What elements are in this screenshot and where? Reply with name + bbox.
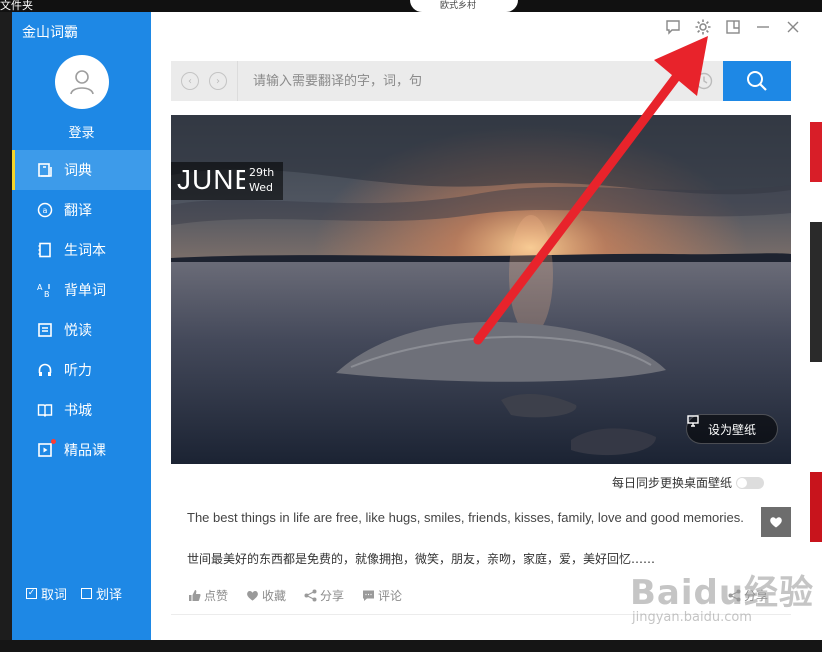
memorize-icon: AB <box>36 281 54 299</box>
forward-button[interactable]: › <box>209 72 227 90</box>
checkbox-unchecked[interactable] <box>81 588 93 599</box>
desktop-red-strip-2 <box>810 472 822 542</box>
search-icon <box>747 71 767 91</box>
nav-item-listening[interactable]: 听力 <box>12 350 151 390</box>
desktop-dark-strip <box>810 222 822 362</box>
comment-icon <box>363 590 375 601</box>
option-label: 划译 <box>96 588 123 603</box>
bookstore-icon <box>36 401 54 419</box>
gear-icon <box>695 19 711 35</box>
nav-item-wordbook[interactable]: 生词本 <box>12 230 151 270</box>
nav-label: 精品课 <box>64 443 106 459</box>
desktop-tab-text: 欧式乡村 <box>440 1 477 11</box>
quote-chinese: 世间最美好的东西都是免费的，就像拥抱，微笑，朋友，亲吻，家庭，爱，美好回忆…… <box>187 552 656 566</box>
baidu-watermark-url: jingyan.baidu.com <box>632 610 752 625</box>
nav-label: 词典 <box>64 163 92 179</box>
sidebar: 金山词霸 登录 词典 a 翻译 生词本 A B 背单词 悦读 听力 书城 精品课… <box>12 12 151 640</box>
wordbook-icon <box>36 241 54 259</box>
nav-label: 悦读 <box>64 323 92 339</box>
checkbox-checked[interactable]: ✓ <box>26 588 37 599</box>
close-button[interactable] <box>782 16 804 38</box>
login-link[interactable]: 登录 <box>12 122 151 141</box>
set-wallpaper-label: 设为壁纸 <box>707 422 756 437</box>
option-label: 取词 <box>41 588 68 603</box>
like-label: 点赞 <box>204 589 229 603</box>
minimize-button[interactable] <box>752 16 774 38</box>
feedback-icon <box>666 20 680 35</box>
nav-item-bookstore[interactable]: 书城 <box>12 390 151 430</box>
comment-label: 评论 <box>378 589 403 603</box>
search-bar: ‹ › <box>171 61 791 101</box>
nav-item-course[interactable]: 精品课 <box>12 430 151 470</box>
desktop-red-strip <box>810 122 822 182</box>
desktop-bottom-bar <box>0 640 822 652</box>
svg-text:a: a <box>43 206 48 215</box>
search-input[interactable] <box>238 61 695 101</box>
share-icon <box>304 589 317 602</box>
sync-wallpaper-label: 每日同步更换桌面壁纸 <box>612 476 733 490</box>
nav-label: 翻译 <box>64 203 92 219</box>
mini-mode-icon <box>726 20 740 34</box>
select-translate-option[interactable]: 划译 <box>81 584 122 603</box>
heart-outline-icon <box>247 591 258 601</box>
user-icon <box>70 70 94 95</box>
sync-wallpaper-row: 每日同步更换桌面壁纸 <box>612 474 765 491</box>
translate-icon: a <box>36 201 54 219</box>
nav-item-memorize[interactable]: AB 背单词 <box>12 270 151 310</box>
sidebar-nav: 词典 a 翻译 生词本 AB 背单词 悦读 听力 书城 精品课 <box>12 150 151 470</box>
sidebar-options: ✓ 取词 划译 <box>26 584 122 603</box>
avatar[interactable] <box>55 55 109 109</box>
nav-label: 背单词 <box>64 283 106 299</box>
quote-english: The best things in life are free, like h… <box>187 510 744 525</box>
minimize-icon <box>757 26 769 28</box>
reading-icon <box>36 321 54 339</box>
comment-action[interactable]: 评论 <box>362 587 402 604</box>
like-action[interactable]: 点赞 <box>188 587 228 604</box>
capture-word-option[interactable]: ✓ 取词 <box>26 584 67 603</box>
nav-item-reading[interactable]: 悦读 <box>12 310 151 350</box>
heart-icon <box>770 517 782 528</box>
favorite-label: 收藏 <box>262 589 287 603</box>
svg-text:A: A <box>37 283 43 292</box>
headphones-icon <box>36 361 54 379</box>
set-wallpaper-button[interactable]: 设为壁纸 <box>686 414 778 444</box>
share-action[interactable]: 分享 <box>304 587 344 604</box>
date-weekday: Wed <box>249 181 273 194</box>
nav-item-dictionary[interactable]: 词典 <box>12 150 151 190</box>
dictionary-icon <box>36 161 54 179</box>
thumbs-up-icon <box>189 590 201 601</box>
like-quote-button[interactable] <box>761 507 791 537</box>
share-label: 分享 <box>320 589 345 603</box>
date-day: 29th <box>249 166 275 179</box>
favorite-action[interactable]: 收藏 <box>246 587 286 604</box>
course-icon <box>36 439 56 459</box>
sync-wallpaper-toggle[interactable] <box>736 476 765 489</box>
close-icon <box>787 21 799 33</box>
notification-dot <box>51 439 56 444</box>
app-window: 金山词霸 登录 词典 a 翻译 生词本 A B 背单词 悦读 听力 书城 精品课… <box>12 12 810 640</box>
nav-label: 书城 <box>64 403 92 419</box>
svg-text:B: B <box>44 290 50 298</box>
quote-actions: 点赞 收藏 分享 评论 <box>188 587 402 604</box>
nav-item-translate[interactable]: a 翻译 <box>12 190 151 230</box>
window-controls <box>662 16 804 38</box>
monitor-icon <box>687 415 699 427</box>
desktop-right-edge <box>810 12 822 652</box>
back-button[interactable]: ‹ <box>181 72 199 90</box>
nav-label: 生词本 <box>64 243 106 259</box>
baidu-watermark-logo: Baidu经验 <box>630 573 815 613</box>
search-button[interactable] <box>723 61 791 101</box>
history-icon[interactable] <box>695 72 713 90</box>
mini-mode-button[interactable] <box>722 16 744 38</box>
feedback-button[interactable] <box>662 16 684 38</box>
date-month: JUNE <box>177 164 245 195</box>
app-title: 金山词霸 <box>22 25 78 41</box>
daily-wallpaper: JUNE 29th Wed 设为壁纸 <box>171 115 791 464</box>
desktop-left-edge <box>0 12 12 640</box>
date-badge: JUNE 29th Wed <box>171 162 283 200</box>
settings-button[interactable] <box>692 16 714 38</box>
nav-label: 听力 <box>64 363 92 379</box>
